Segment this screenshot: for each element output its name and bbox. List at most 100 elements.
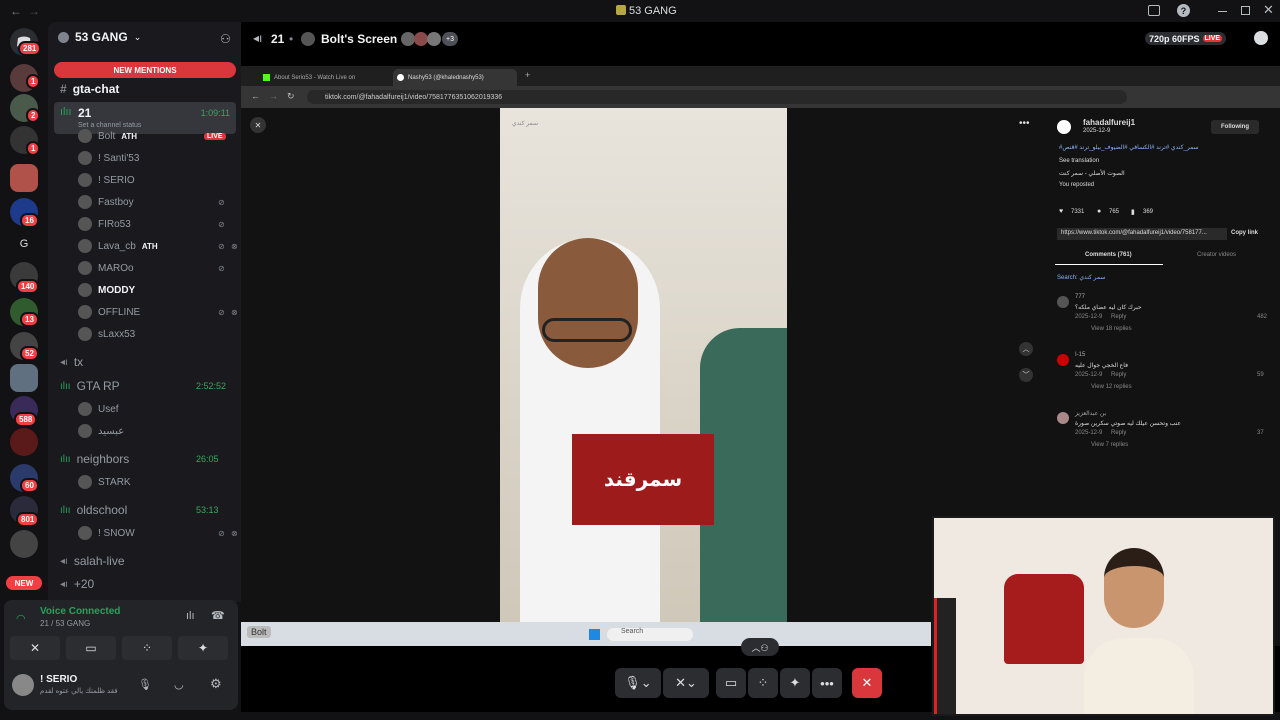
reload-icon[interactable]: ↻ [287,91,295,102]
close-video-icon[interactable]: ✕ [250,117,266,133]
view-replies[interactable]: View 7 replies [1091,442,1128,448]
forward-icon[interactable]: → [269,91,278,101]
new-mentions-banner[interactable]: NEW MENTIONS [54,62,236,78]
reply-link[interactable]: Reply [1111,430,1126,436]
server-letter-icon[interactable]: G [10,230,38,258]
voice-member[interactable]: ! SERIO [78,170,135,190]
voice-member[interactable]: FIRo53 ⊘ [78,214,225,234]
viewer-avatar[interactable] [427,32,441,46]
voice-member[interactable]: OFFLINE ⊘ ⊗ [78,302,238,322]
server-icon[interactable] [10,530,38,558]
soundboard-button[interactable]: ✦ [178,636,228,660]
voice-member[interactable]: Lava_cb ATH ⊘ ⊗ [78,236,238,256]
back-arrow-icon[interactable]: ← [10,4,22,18]
voice-member[interactable]: ! SNOW ⊘ ⊗ [78,523,238,543]
voice-member[interactable]: Usef [78,399,119,419]
voice-member[interactable]: MAROo ⊘ [78,258,225,278]
voice-member[interactable]: Bolt ATH LIVE [78,126,226,146]
avatar[interactable] [1057,412,1069,424]
voice-channel[interactable]: ◂ı tx [60,352,83,372]
participants-toggle[interactable]: ︿⚇ [741,638,779,656]
windows-start-icon[interactable] [589,629,600,640]
mic-toggle-button[interactable]: 🎙⌄ [615,668,661,698]
voice-channel[interactable]: ◂ı +20 [60,574,94,594]
screen-share-button[interactable]: ▭ [66,636,116,660]
voice-member[interactable]: ! Santi'53 [78,148,139,168]
avatar[interactable] [12,674,34,696]
reply-link[interactable]: Reply [1111,314,1126,320]
url-bar[interactable]: tiktok.com/@fahadalfureij1/video/7581776… [307,90,1127,104]
minimize-icon[interactable] [1218,11,1227,12]
help-icon[interactable]: ? [1177,4,1190,17]
share-link[interactable]: https://www.tiktok.com/@fahadalfureij1/v… [1057,228,1227,240]
heart-icon[interactable]: ♥ [1059,208,1063,215]
forward-arrow-icon[interactable]: → [28,4,40,18]
tab-comments[interactable]: Comments (761) [1085,252,1132,258]
new-tab-icon[interactable]: + [525,70,530,80]
tab-creator-videos[interactable]: Creator videos [1197,252,1236,258]
view-replies[interactable]: View 12 replies [1091,384,1132,390]
close-window-icon[interactable]: ✕ [1263,2,1274,18]
voice-member[interactable]: sLaxx53 [78,324,135,344]
activities-button[interactable]: ⁘ [122,636,172,660]
server-icon[interactable] [10,364,38,392]
following-button[interactable]: Following [1211,120,1259,134]
voice-channel[interactable]: ılıı GTA RP 2:52:52 [60,376,226,396]
see-translation[interactable]: See translation [1059,158,1099,164]
inbox-icon[interactable] [1148,5,1160,16]
comment-author[interactable]: I-15 [1075,352,1085,358]
activities-button[interactable]: ⁘ [748,668,778,698]
taskbar-search[interactable]: Search [607,628,693,641]
channel-gta-chat[interactable]: # gta-chat [60,79,119,99]
maximize-icon[interactable] [1241,6,1250,15]
server-header[interactable]: 53 GANG ⌄ [58,30,141,44]
settings-gear-icon[interactable]: ⚙ [210,676,222,692]
more-options-button[interactable]: ••• [812,668,842,698]
voice-channel[interactable]: ılıı oldschool 53:13 [60,500,219,520]
mic-icon[interactable]: 🎙 [138,678,152,691]
copy-link-button[interactable]: Copy link [1231,230,1258,236]
voice-member[interactable]: MODDY [78,280,135,300]
server-icon[interactable] [10,164,38,192]
noise-suppression-icon[interactable]: ılı [186,610,195,622]
comment-author[interactable]: 777 [1075,294,1085,300]
scroll-up-icon[interactable]: ︿ [1019,342,1033,356]
camera-toggle-button[interactable]: ✕⌄ [663,668,709,698]
voice-member[interactable]: STARK [78,472,131,492]
chat-bubble-icon[interactable] [1254,31,1268,45]
back-icon[interactable]: ← [251,91,260,101]
headphones-icon[interactable]: ◡ [174,678,184,691]
comment-icon[interactable]: ● [1097,208,1101,215]
webcam-tile[interactable] [932,516,1275,716]
screen-share-button[interactable]: ▭ [716,668,746,698]
video-player[interactable]: سمر كندي سمرقند [500,108,787,639]
voice-channel[interactable]: ◂ı salah-live [60,551,125,571]
sound-name[interactable]: الصوت الأصلي - سمر كنت [1059,170,1125,177]
bookmark-icon[interactable]: ▮ [1131,208,1135,216]
avatar[interactable] [1057,354,1069,366]
viewer-avatar[interactable] [401,32,415,46]
camera-off-button[interactable]: ✕ [10,636,60,660]
reply-link[interactable]: Reply [1111,372,1126,378]
view-replies[interactable]: View 18 replies [1091,326,1132,332]
avatar[interactable] [1057,120,1071,134]
comment-author[interactable]: بن عبدالعزيز [1075,410,1106,417]
browser-tab-active[interactable]: Nashy53 (@khalednashy53) [393,69,517,86]
more-options-icon[interactable]: ••• [1019,118,1030,129]
avatar[interactable] [1057,296,1069,308]
viewer-count[interactable]: +3 [442,32,458,46]
soundboard-button[interactable]: ✦ [780,668,810,698]
leave-call-button[interactable]: ✕ [852,668,882,698]
voice-connected-label[interactable]: Voice Connected [40,606,120,617]
scroll-down-icon[interactable]: ﹀ [1019,368,1033,382]
author-name[interactable]: fahadalfureij1 [1083,118,1135,127]
viewer-avatar[interactable] [414,32,428,46]
new-unreads-pill[interactable]: NEW [6,576,42,590]
browser-tab[interactable]: About Serio53 - Watch Live on [263,69,387,86]
invite-people-icon[interactable]: ⚇ [220,32,231,46]
voice-channel[interactable]: ılıı neighbors 26:05 [60,449,219,469]
voice-member[interactable]: عبسيد [78,421,124,441]
server-icon[interactable] [10,428,38,456]
voice-member[interactable]: Fastboy ⊘ [78,192,225,212]
disconnect-icon[interactable]: ☎ [211,609,225,622]
